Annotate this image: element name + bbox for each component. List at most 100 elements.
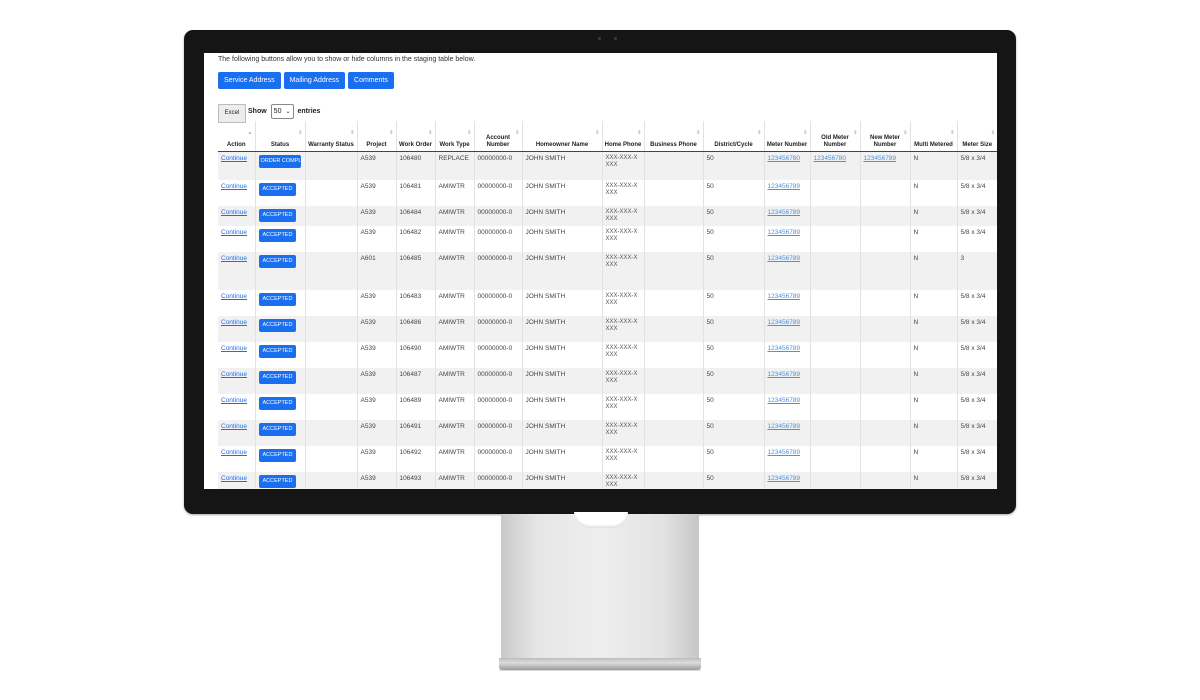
column-header-label: Homeowner Name bbox=[535, 142, 589, 148]
continue-link[interactable]: Continue bbox=[221, 345, 247, 352]
meter-number-link[interactable]: 123456789 bbox=[768, 319, 801, 326]
project-cell: A539 bbox=[356, 471, 396, 489]
column-header[interactable]: District/Cycle ⇕ bbox=[702, 121, 764, 152]
meter-number-link[interactable]: 123456780 bbox=[814, 155, 847, 162]
column-header-label: New Meter Number bbox=[869, 135, 900, 148]
column-header[interactable]: Business Phone ⇕ bbox=[643, 121, 703, 152]
status-cell: ACCEPTED bbox=[254, 315, 305, 342]
status-badge[interactable]: ACCEPTED bbox=[258, 208, 297, 222]
sort-icon: ⇕ bbox=[298, 130, 303, 136]
column-header[interactable]: Work Type ⇕ bbox=[434, 121, 474, 152]
continue-link[interactable]: Continue bbox=[221, 449, 247, 456]
project-cell: A539 bbox=[356, 205, 396, 226]
meter-number-link[interactable]: 123456789 bbox=[768, 449, 801, 456]
page-length-select[interactable]: 50 ⌄ bbox=[270, 104, 294, 119]
meter-number-link[interactable]: 123456789 bbox=[768, 345, 801, 352]
status-badge[interactable]: ACCEPTED bbox=[258, 228, 297, 242]
business-cell bbox=[643, 445, 703, 472]
column-header[interactable]: Meter Size ⇕ bbox=[956, 121, 997, 152]
size-cell: 5/8 x 3/4 bbox=[956, 341, 997, 368]
column-header[interactable]: Homeowner Name ⇕ bbox=[521, 121, 602, 152]
warranty-cell bbox=[304, 151, 357, 180]
account-cell: 00000000-0 bbox=[473, 341, 522, 368]
service-address-toggle-button[interactable]: Service Address bbox=[218, 72, 281, 89]
warranty-cell bbox=[304, 471, 357, 489]
meter-cell: 123456780 bbox=[763, 151, 810, 180]
status-badge[interactable]: ACCEPTED bbox=[258, 344, 297, 358]
column-header-label: Old Meter Number bbox=[821, 135, 849, 148]
action-cell: Continue bbox=[218, 393, 255, 420]
project-cell: A539 bbox=[356, 289, 396, 316]
column-header[interactable]: Project ⇕ bbox=[356, 121, 396, 152]
multi-cell: N bbox=[909, 419, 957, 446]
continue-link[interactable]: Continue bbox=[221, 423, 247, 430]
continue-link[interactable]: Continue bbox=[221, 155, 247, 162]
continue-link[interactable]: Continue bbox=[221, 397, 247, 404]
status-badge[interactable]: ACCEPTED bbox=[258, 182, 297, 196]
warranty-cell bbox=[304, 393, 357, 420]
status-badge[interactable]: ACCEPTED bbox=[258, 474, 297, 488]
meter-cell: 123456789 bbox=[763, 341, 810, 368]
work-order-cell: 106483 bbox=[395, 289, 435, 316]
meter-number-link[interactable]: 123456789 bbox=[768, 293, 801, 300]
column-header[interactable]: Status ⇕ bbox=[254, 121, 305, 152]
account-cell: 00000000-0 bbox=[473, 315, 522, 342]
work-order-cell: 106480 bbox=[395, 151, 435, 180]
status-badge[interactable]: ACCEPTED bbox=[258, 318, 297, 332]
size-cell: 5/8 x 3/4 bbox=[956, 367, 997, 394]
business-cell bbox=[643, 225, 703, 252]
continue-link[interactable]: Continue bbox=[221, 209, 247, 216]
status-badge[interactable]: ACCEPTED bbox=[258, 370, 297, 384]
meter-number-link[interactable]: 123456789 bbox=[864, 155, 897, 162]
size-cell: 5/8 x 3/4 bbox=[956, 151, 997, 180]
status-badge[interactable]: ACCEPTED bbox=[258, 422, 297, 436]
meter-number-link[interactable]: 123456780 bbox=[768, 155, 801, 162]
column-header[interactable]: Multi Metered ⇕ bbox=[909, 121, 957, 152]
column-header[interactable]: Home Phone ⇕ bbox=[601, 121, 644, 152]
name-cell: JOHN SMITH bbox=[521, 445, 602, 472]
continue-link[interactable]: Continue bbox=[221, 475, 247, 482]
project-cell: A539 bbox=[356, 393, 396, 420]
name-cell: JOHN SMITH bbox=[521, 251, 602, 290]
new-meter-cell bbox=[859, 179, 910, 206]
continue-link[interactable]: Continue bbox=[221, 371, 247, 378]
status-badge[interactable]: ACCEPTED bbox=[258, 448, 297, 462]
continue-link[interactable]: Continue bbox=[221, 229, 247, 236]
multi-cell: N bbox=[909, 205, 957, 226]
new-meter-cell: 123456789 bbox=[859, 151, 910, 180]
meter-number-link[interactable]: 123456789 bbox=[768, 183, 801, 190]
meter-number-link[interactable]: 123456789 bbox=[768, 397, 801, 404]
meter-number-link[interactable]: 123456789 bbox=[768, 255, 801, 262]
action-cell: Continue bbox=[218, 471, 255, 489]
status-badge[interactable]: ORDER COMPLETE bbox=[258, 155, 305, 168]
column-header[interactable]: Meter Number ⇕ bbox=[763, 121, 810, 152]
meter-number-link[interactable]: 123456789 bbox=[768, 209, 801, 216]
monitor-bezel: The following buttons allow you to show … bbox=[184, 30, 1016, 514]
status-badge[interactable]: ACCEPTED bbox=[258, 254, 297, 268]
status-badge[interactable]: ACCEPTED bbox=[258, 292, 297, 306]
continue-link[interactable]: Continue bbox=[221, 255, 247, 262]
column-header[interactable]: Warranty Status ⇕ bbox=[304, 121, 357, 152]
comments-toggle-button[interactable]: Comments bbox=[348, 72, 394, 89]
meter-number-link[interactable]: 123456789 bbox=[768, 229, 801, 236]
continue-link[interactable]: Continue bbox=[221, 319, 247, 326]
work-type-cell: AMIWTR bbox=[434, 315, 474, 342]
status-badge[interactable]: ACCEPTED bbox=[258, 396, 297, 410]
continue-link[interactable]: Continue bbox=[221, 183, 247, 190]
column-header[interactable]: Action ▲ bbox=[218, 121, 255, 152]
continue-link[interactable]: Continue bbox=[221, 293, 247, 300]
meter-number-link[interactable]: 123456789 bbox=[768, 371, 801, 378]
column-header[interactable]: Old Meter Number ⇕ bbox=[809, 121, 860, 152]
meter-cell: 123456789 bbox=[763, 225, 810, 252]
column-header[interactable]: Account Number ⇕ bbox=[473, 121, 522, 152]
mailing-address-toggle-button[interactable]: Mailing Address bbox=[283, 72, 346, 89]
stand-shadow bbox=[499, 670, 701, 671]
meter-number-link[interactable]: 123456789 bbox=[768, 423, 801, 430]
work-type-cell: AMIWTR bbox=[434, 419, 474, 446]
meter-number-link[interactable]: 123456789 bbox=[768, 475, 801, 482]
column-header[interactable]: New Meter Number ⇕ bbox=[859, 121, 910, 152]
column-header[interactable]: Work Order ⇕ bbox=[395, 121, 435, 152]
home-phone-cell: XXX-XXX-X XXX bbox=[601, 205, 644, 226]
district-cell: 50 bbox=[702, 289, 764, 316]
status-cell: ACCEPTED bbox=[254, 393, 305, 420]
